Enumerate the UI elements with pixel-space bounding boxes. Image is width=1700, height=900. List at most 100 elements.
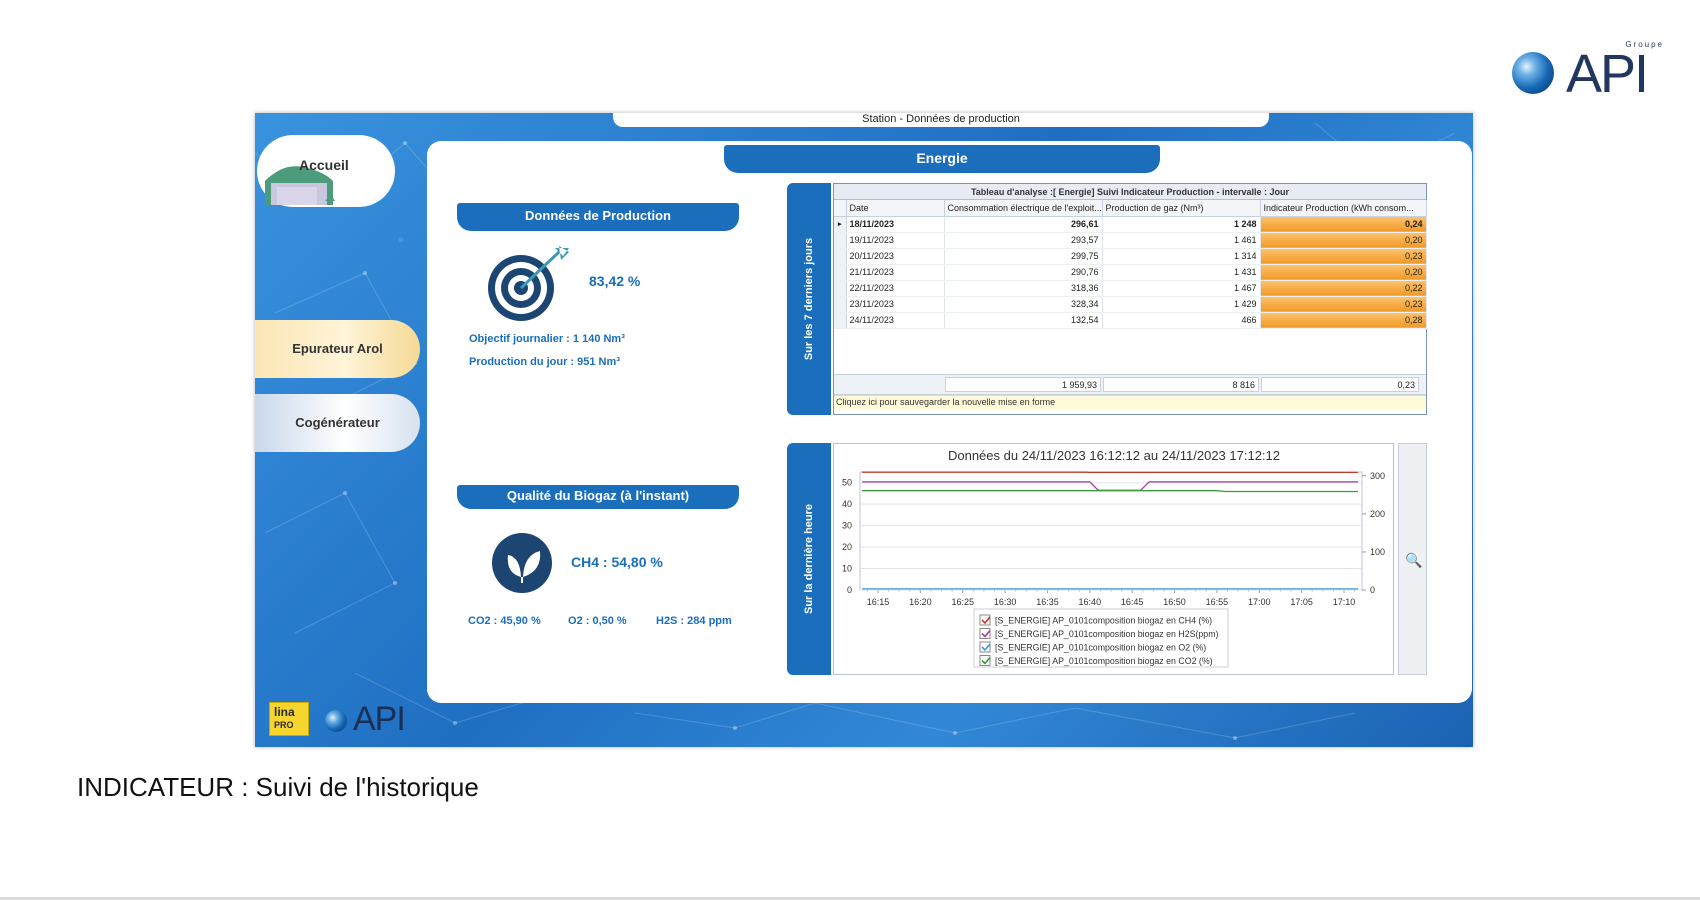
chart-svg: Données du 24/11/2023 16:12:12 au 24/11/… xyxy=(842,448,1385,668)
column-header-gas-production[interactable]: Production de gaz (Nm³) xyxy=(1102,200,1261,217)
footer-logos: lina PRO API xyxy=(269,700,419,740)
x-tick-label: 17:05 xyxy=(1290,597,1313,607)
total-consumption: 1 959,93 xyxy=(945,376,1101,392)
cell-gas-production: 1 431 xyxy=(1102,264,1261,281)
chart-legend: [S_ENERGIE] AP_0101composition biogaz en… xyxy=(973,608,1229,668)
nav-epurateur-arol-button[interactable]: Epurateur Arol xyxy=(255,320,420,378)
table-row[interactable]: 23/11/2023 328,34 1 429 0,23 xyxy=(834,296,1427,313)
cell-indicator: 0,22 xyxy=(1260,280,1427,297)
lina-pro-logo: lina PRO xyxy=(269,702,309,736)
x-tick-label: 16:15 xyxy=(867,597,890,607)
slide: Groupe API Station - Données de producti… xyxy=(0,0,1700,900)
x-tick-label: 16:20 xyxy=(909,597,932,607)
table-totals-row: 1 959,93 8 816 0,23 xyxy=(834,374,1426,395)
row-selector[interactable] xyxy=(834,312,847,329)
row-selector[interactable] xyxy=(834,296,847,313)
nav-home-button[interactable]: Accueil xyxy=(257,135,395,207)
legend-label: [S_ENERGIE] AP_0101composition biogaz en… xyxy=(995,616,1212,626)
save-layout-hint[interactable]: Cliquez ici pour sauvegarder la nouvelle… xyxy=(834,394,1426,409)
legend-label: [S_ENERGIE] AP_0101composition biogaz en… xyxy=(995,656,1213,666)
tab-last-hour[interactable]: Sur la dernière heure xyxy=(787,443,831,675)
cell-consumption: 299,75 xyxy=(944,248,1103,265)
y-left-tick-label: 20 xyxy=(842,542,852,552)
window-title: Station - Données de production xyxy=(613,113,1269,127)
production-rate: 83,42 % xyxy=(589,273,641,289)
x-tick-label: 16:40 xyxy=(1079,597,1102,607)
cell-gas-production: 1 467 xyxy=(1102,280,1261,297)
column-header-indicator[interactable]: Indicateur Production (kWh consom... xyxy=(1260,200,1427,217)
y-right-tick-label: 0 xyxy=(1370,585,1375,595)
cell-date: 20/11/2023 xyxy=(846,248,945,265)
y-left-tick-label: 30 xyxy=(842,521,852,531)
cell-consumption: 132,54 xyxy=(944,312,1103,329)
cell-indicator: 0,20 xyxy=(1260,232,1427,249)
table-row[interactable]: 21/11/2023 290,76 1 431 0,20 xyxy=(834,264,1427,281)
cell-indicator: 0,28 xyxy=(1260,312,1427,329)
y-left-tick-label: 0 xyxy=(847,585,852,595)
tab-last-hour-label: Sur la dernière heure xyxy=(803,503,815,615)
tab-last-7-days[interactable]: Sur les 7 derniers jours xyxy=(787,183,831,415)
column-header-consumption[interactable]: Consommation électrique de l'exploit... xyxy=(944,200,1103,217)
total-gas-production: 8 816 xyxy=(1103,376,1259,392)
x-tick-label: 16:35 xyxy=(1036,597,1059,607)
lina-logo-text: lina xyxy=(274,705,295,719)
cell-gas-production: 1 248 xyxy=(1102,216,1261,233)
production-today: Production du jour : 951 Nm³ xyxy=(469,356,620,368)
api-sphere-icon xyxy=(325,710,347,732)
row-selector[interactable] xyxy=(834,232,847,249)
target-icon xyxy=(488,246,569,321)
cell-indicator: 0,24 xyxy=(1260,216,1427,233)
x-tick-label: 17:10 xyxy=(1333,597,1356,607)
cell-consumption: 296,61 xyxy=(944,216,1103,233)
table-body: ▸ 18/11/2023 296,61 1 248 0,24 19/11/2023 293,… xyxy=(834,216,1427,329)
y-left-tick-label: 10 xyxy=(842,564,852,574)
biogas-ch4: CH4 : 54,80 % xyxy=(571,554,663,570)
row-selector[interactable] xyxy=(834,248,847,265)
cell-date: 19/11/2023 xyxy=(846,232,945,249)
pro-logo-text: PRO xyxy=(274,720,294,730)
cell-consumption: 293,57 xyxy=(944,232,1103,249)
cell-consumption: 290,76 xyxy=(944,264,1103,281)
biogas-o2: O2 : 0,50 % xyxy=(568,615,627,627)
x-tick-label: 16:45 xyxy=(1121,597,1144,607)
cell-date: 24/11/2023 xyxy=(846,312,945,329)
chart-side-panel: 🔍 xyxy=(1398,443,1427,675)
chart-series xyxy=(862,471,1358,590)
column-header-date[interactable]: Date xyxy=(846,200,945,217)
logo-sphere-icon xyxy=(1512,52,1554,94)
tab-last-7-days-label: Sur les 7 derniers jours xyxy=(803,237,815,361)
x-tick-label: 16:25 xyxy=(951,597,974,607)
slide-caption: INDICATEUR : Suivi de l'historique xyxy=(77,772,479,802)
biogas-co2: CO2 : 45,90 % xyxy=(468,615,541,627)
row-selector[interactable] xyxy=(834,280,847,297)
nav-cogenerateur-button[interactable]: Cogénérateur xyxy=(255,394,420,452)
total-indicator: 0,23 xyxy=(1261,376,1419,392)
row-selector[interactable] xyxy=(834,264,847,281)
analysis-table: Tableau d'analyse :[ Energie] Suivi Indi… xyxy=(833,183,1427,415)
table-header-row: Date Consommation électrique de l'exploi… xyxy=(834,200,1427,217)
biogas-header: Qualité du Biogaz (à l'instant) xyxy=(457,485,739,509)
cell-indicator: 0,23 xyxy=(1260,296,1427,313)
app-window: Station - Données de production Accueil … xyxy=(255,113,1473,747)
api-mini-logo: API xyxy=(353,700,406,738)
table-row[interactable]: 20/11/2023 299,75 1 314 0,23 xyxy=(834,248,1427,265)
cell-gas-production: 466 xyxy=(1102,312,1261,329)
nav-home-label: Accueil xyxy=(299,157,349,173)
magnifier-icon[interactable]: 🔍 xyxy=(1405,552,1422,569)
row-selector[interactable]: ▸ xyxy=(834,216,847,233)
table-row[interactable]: ▸ 18/11/2023 296,61 1 248 0,24 xyxy=(834,216,1427,233)
cell-date: 22/11/2023 xyxy=(846,280,945,297)
cell-indicator: 0,23 xyxy=(1260,248,1427,265)
x-tick-label: 17:00 xyxy=(1248,597,1271,607)
table-row[interactable]: 22/11/2023 318,36 1 467 0,22 xyxy=(834,280,1427,297)
table-caption: Tableau d'analyse :[ Energie] Suivi Indi… xyxy=(834,184,1426,200)
cell-date: 18/11/2023 xyxy=(846,216,945,233)
y-right-tick-label: 100 xyxy=(1370,547,1385,557)
section-title: Energie xyxy=(724,145,1160,173)
table-row[interactable]: 24/11/2023 132,54 466 0,28 xyxy=(834,312,1427,329)
logo-api-text: API xyxy=(1566,44,1649,104)
table-row[interactable]: 19/11/2023 293,57 1 461 0,20 xyxy=(834,232,1427,249)
biogas-h2s: H2S : 284 ppm xyxy=(656,615,732,627)
y-right-tick-label: 200 xyxy=(1370,509,1385,519)
production-header: Données de Production xyxy=(457,203,739,231)
